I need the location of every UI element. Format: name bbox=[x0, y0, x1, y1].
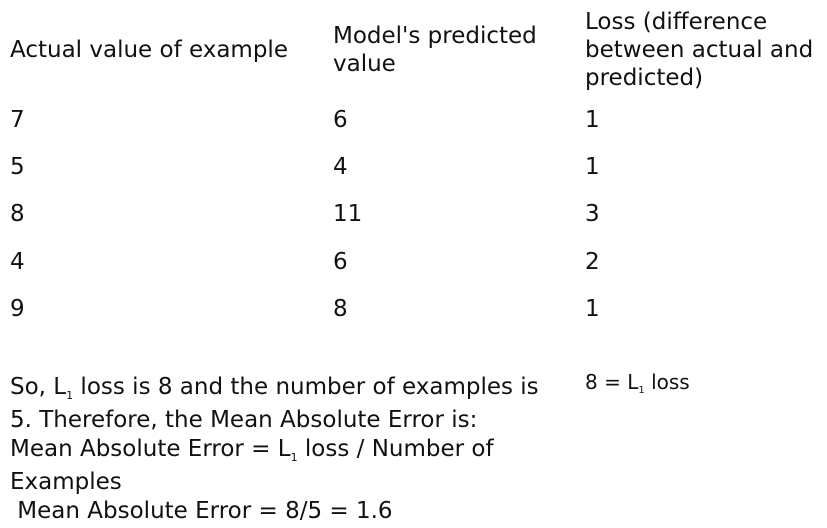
mae-example-document: Actual value of example Model's predicte… bbox=[0, 0, 827, 528]
cell-loss: 1 bbox=[585, 154, 600, 180]
explanation-line-1: So, L1 loss is 8 and the number of examp… bbox=[10, 373, 580, 406]
cell-predicted: 6 bbox=[333, 249, 348, 275]
cell-predicted: 11 bbox=[333, 201, 363, 227]
cell-actual: 4 bbox=[10, 249, 25, 275]
cell-actual: 8 bbox=[10, 201, 25, 227]
explanation-line-5: Mean Absolute Error = 8/5 = 1.6 bbox=[10, 498, 393, 524]
subscript: 1 bbox=[290, 451, 298, 464]
l-symbol: L bbox=[277, 436, 291, 462]
l-symbol: L bbox=[53, 374, 67, 400]
cell-actual: 7 bbox=[10, 107, 25, 133]
explanation-line-2: 5. Therefore, the Mean Absolute Error is… bbox=[10, 406, 478, 433]
cell-actual: 9 bbox=[10, 296, 25, 322]
cell-loss: 2 bbox=[585, 249, 600, 275]
mae-explanation: So, L1 loss is 8 and the number of examp… bbox=[10, 373, 580, 527]
subscript: 1 bbox=[638, 385, 645, 396]
header-loss: Loss (difference between actual and pred… bbox=[585, 9, 814, 91]
text: So, bbox=[10, 374, 54, 400]
header-actual-value: Actual value of example bbox=[10, 37, 288, 63]
cell-predicted: 4 bbox=[333, 154, 348, 180]
subscript: 1 bbox=[66, 389, 74, 402]
text: 8 = bbox=[585, 370, 628, 394]
text: loss is 8 and the number of examples is bbox=[73, 374, 539, 400]
cell-predicted: 6 bbox=[333, 107, 348, 133]
l1-loss-note: 8 = L1 loss bbox=[585, 370, 690, 399]
cell-loss: 3 bbox=[585, 201, 600, 227]
explanation-line-4: Examples bbox=[10, 468, 122, 495]
text: Mean Absolute Error = bbox=[10, 436, 278, 462]
header-predicted-value: Model's predicted value bbox=[333, 23, 537, 77]
text: loss / Number of bbox=[297, 436, 494, 462]
l-symbol: L bbox=[627, 370, 639, 394]
cell-loss: 1 bbox=[585, 107, 600, 133]
explanation-line-3: Mean Absolute Error = L1 loss / Number o… bbox=[10, 435, 580, 468]
cell-loss: 1 bbox=[585, 296, 600, 322]
text: loss bbox=[644, 370, 690, 394]
cell-actual: 5 bbox=[10, 154, 25, 180]
cell-predicted: 8 bbox=[333, 296, 348, 322]
